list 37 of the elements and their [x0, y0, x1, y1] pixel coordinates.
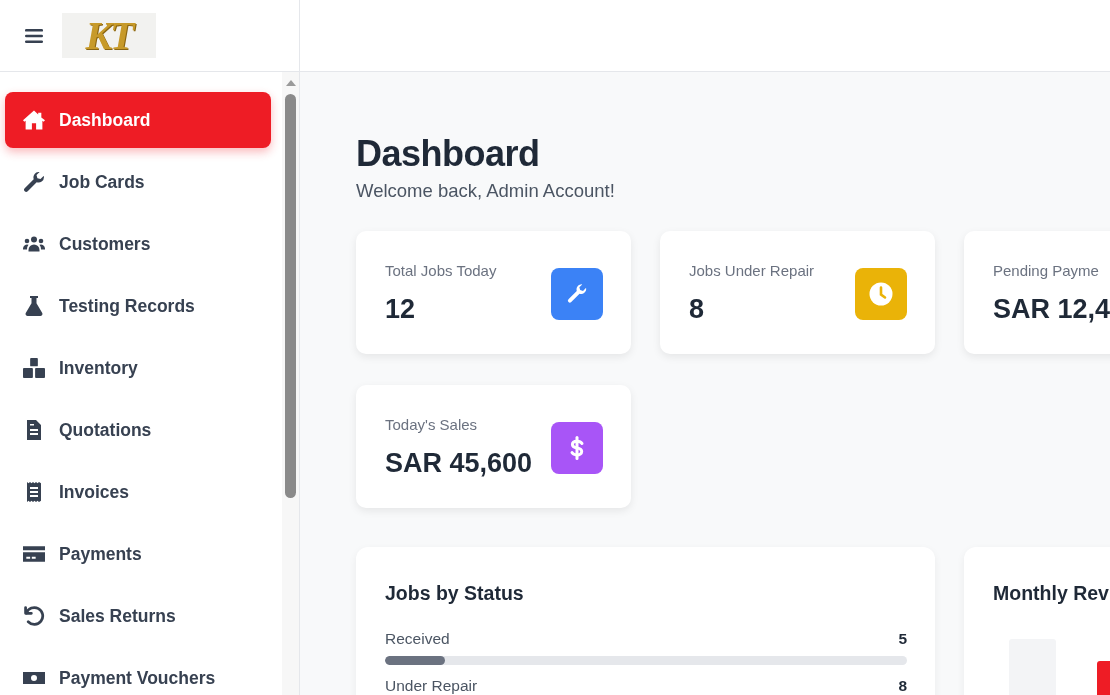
status-label: Under Repair — [385, 678, 478, 694]
nav-item[interactable]: Sales Returns — [5, 588, 271, 644]
boxes-icon — [23, 358, 45, 378]
nav-item[interactable]: Testing Records — [5, 278, 271, 334]
stat-value: 8 — [689, 293, 705, 326]
logo: KT — [62, 13, 156, 58]
stat-label: Today's Sales — [385, 415, 478, 435]
nav-item[interactable]: Job Cards — [5, 154, 271, 210]
menu-icon[interactable] — [25, 28, 43, 43]
users-icon — [23, 234, 45, 254]
page-title: Dashboard — [356, 133, 540, 175]
page-subtitle: Welcome back, Admin Account! — [356, 179, 615, 203]
stat-value: 12 — [385, 293, 416, 326]
nav-item[interactable]: Invoices — [5, 464, 271, 520]
stat-label: Jobs Under Repair — [689, 261, 815, 281]
stat-value: SAR 45,600 — [385, 447, 533, 480]
credit-card-icon — [23, 544, 45, 564]
nav-item[interactable]: Payments — [5, 526, 271, 582]
nav-item[interactable]: Dashboard — [5, 92, 271, 148]
panel-title: Monthly Rev — [993, 581, 1109, 605]
nav-item[interactable]: Customers — [5, 216, 271, 272]
stat-label: Total Jobs Today — [385, 261, 497, 281]
undo-arrow-icon — [23, 606, 45, 626]
scroll-up-arrow-icon[interactable] — [285, 80, 296, 86]
wrench-icon — [23, 172, 45, 192]
scrollbar-thumb[interactable] — [285, 94, 296, 498]
flask-icon — [23, 296, 45, 316]
nav-item[interactable]: Payment Vouchers — [5, 650, 271, 695]
stat-value: SAR 12,4 — [993, 293, 1110, 326]
status-count: 5 — [898, 631, 907, 647]
status-count: 8 — [898, 678, 907, 694]
panel-title: Jobs by Status — [385, 581, 524, 605]
stat-label: Pending Payme — [993, 261, 1099, 281]
status-label: Received — [385, 631, 450, 647]
nav-item[interactable]: Inventory — [5, 340, 271, 396]
home-icon — [23, 110, 45, 130]
nav-item[interactable]: Quotations — [5, 402, 271, 458]
